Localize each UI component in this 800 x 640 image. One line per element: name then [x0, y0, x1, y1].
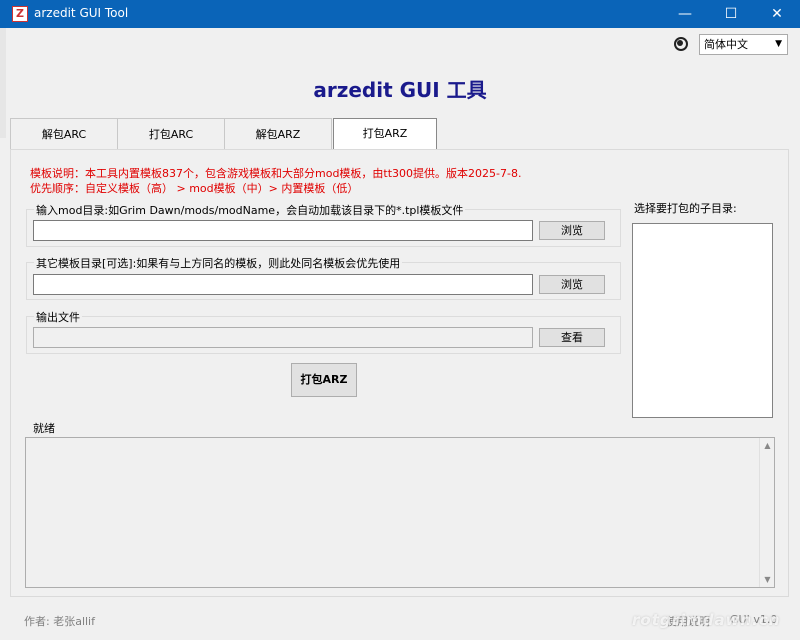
chevron-down-icon: ▼	[775, 39, 782, 49]
status-text: 就绪	[33, 422, 55, 435]
priority-note: 优先顺序：自定义模板（高） > mod模板（中）> 内置模板（低）	[30, 182, 359, 195]
language-select[interactable]: 简体中文 ▼	[699, 34, 788, 55]
output-file-field	[33, 327, 533, 348]
globe-icon	[674, 37, 688, 51]
tab-pack-arz[interactable]: 打包ARZ	[333, 118, 437, 149]
template-dir-label: 其它模板目录[可选]:如果有与上方同名的模板，则此处同名模板会优先使用	[34, 255, 403, 271]
author-label: 作者: 老张allif	[24, 615, 95, 628]
subdir-label: 选择要打包的子目录:	[634, 202, 737, 215]
minimize-button[interactable]: —	[662, 0, 708, 28]
page-title: arzedit GUI 工具	[313, 78, 487, 102]
tab-unpack-arc[interactable]: 解包ARC	[10, 118, 118, 150]
watermark: rotgrimdawn.cn	[632, 611, 781, 629]
app-icon: Z	[12, 6, 28, 22]
log-scrollbar[interactable]: ▲ ▼	[759, 438, 774, 587]
template-note: 模板说明：本工具内置模板837个，包含游戏模板和大部分mod模板，由tt300提…	[30, 167, 522, 180]
window-title: arzedit GUI Tool	[34, 6, 129, 20]
view-output-button[interactable]: 查看	[539, 328, 605, 347]
tab-unpack-arz[interactable]: 解包ARZ	[224, 118, 332, 150]
browse-mod-dir-button[interactable]: 浏览	[539, 221, 605, 240]
title-bar: Z arzedit GUI Tool — ☐ ✕	[0, 0, 800, 28]
scroll-down-icon[interactable]: ▼	[760, 572, 775, 587]
browse-template-dir-button[interactable]: 浏览	[539, 275, 605, 294]
mod-dir-input[interactable]	[33, 220, 533, 241]
subdir-list[interactable]	[632, 223, 773, 418]
close-button[interactable]: ✕	[754, 0, 800, 28]
log-output[interactable]: ▲ ▼	[25, 437, 775, 588]
maximize-button[interactable]: ☐	[708, 0, 754, 28]
pack-arz-button[interactable]: 打包ARZ	[291, 363, 357, 397]
template-dir-input[interactable]	[33, 274, 533, 295]
tab-pack-arc[interactable]: 打包ARC	[117, 118, 225, 150]
output-label: 输出文件	[34, 309, 82, 325]
mod-dir-label: 输入mod目录:如Grim Dawn/mods/modName，会自动加载该目录…	[34, 202, 466, 218]
scroll-up-icon[interactable]: ▲	[760, 438, 775, 453]
language-select-value: 简体中文	[704, 38, 748, 51]
